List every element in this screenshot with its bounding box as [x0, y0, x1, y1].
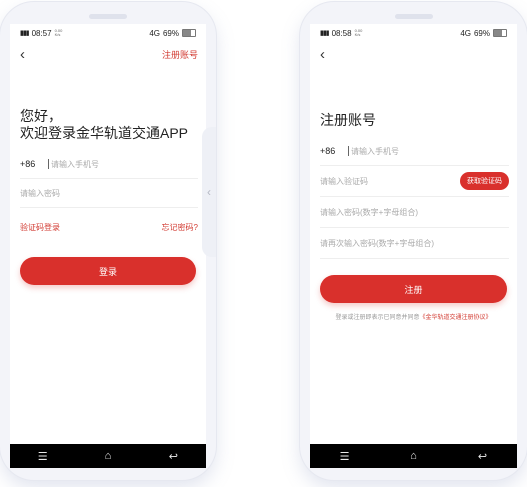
register-title: 注册账号	[320, 112, 376, 128]
back-icon[interactable]: ‹	[20, 47, 25, 62]
menu-icon[interactable]: ☰	[335, 450, 355, 463]
text-cursor	[48, 159, 49, 169]
confirm-password-input[interactable]: 请再次输入密码(数字+字母组合)	[320, 238, 509, 249]
return-icon[interactable]: ↩	[473, 450, 493, 463]
status-time: 08:57	[31, 28, 52, 38]
password-input[interactable]: 请输入密码(数字+字母组合)	[320, 207, 509, 218]
agreement-text: 登录或注册即表示已同意并同意《金华轨道交通注册协议》	[310, 312, 517, 321]
password-input[interactable]: 请输入密码	[20, 188, 198, 199]
get-code-button[interactable]: 获取验证码	[460, 172, 509, 190]
battery-percent: 69%	[162, 28, 179, 38]
signal-bars-icon: ▮▮▮	[20, 30, 30, 37]
agreement-link[interactable]: 《金华轨道交通注册协议》	[420, 315, 492, 321]
signal-type: 4G	[460, 28, 471, 38]
return-icon[interactable]: ↩	[163, 450, 183, 463]
home-icon[interactable]: ⌂	[404, 450, 424, 462]
greeting-line2: 欢迎登录金华轨道交通APP	[20, 125, 189, 141]
page-title: 注册账号	[310, 112, 517, 129]
country-code[interactable]: +86	[320, 146, 348, 156]
password-field[interactable]: 请输入密码(数字+字母组合)	[320, 197, 509, 228]
phone-input[interactable]: 请输入手机号	[351, 146, 509, 157]
net-speed: 0.00 K/s	[54, 28, 63, 37]
page-title: 您好， 欢迎登录金华轨道交通APP	[10, 108, 206, 142]
home-icon[interactable]: ⌂	[98, 450, 118, 462]
code-input[interactable]: 请输入验证码	[320, 176, 460, 187]
battery-icon	[182, 29, 196, 37]
signal-bars-icon: ▮▮▮	[320, 30, 330, 37]
register-screen: ▮▮▮ 08:58 0.00 K/s 4G 69% ‹ 注册账号 +86 请输入…	[310, 24, 517, 468]
battery-percent: 69%	[473, 28, 490, 38]
login-screen: ▮▮▮ 08:57 0.00 K/s 4G 69% ‹ 注册账号 您好， 欢迎登…	[10, 24, 206, 468]
signal-type: 4G	[149, 28, 160, 38]
login-button[interactable]: 登录	[20, 257, 196, 285]
text-cursor	[348, 146, 349, 156]
top-bar: ‹	[310, 42, 517, 66]
side-handle[interactable]: ‹	[202, 127, 216, 257]
status-time: 08:58	[331, 28, 352, 38]
battery-icon	[493, 29, 507, 37]
login-links: 验证码登录 忘记密码?	[20, 222, 198, 233]
status-bar: ▮▮▮ 08:57 0.00 K/s 4G 69%	[10, 24, 206, 42]
register-link[interactable]: 注册账号	[162, 48, 198, 61]
agreement-prefix: 登录或注册即表示已同意并同意	[335, 315, 420, 321]
phone-frame-register: ▮▮▮ 08:58 0.00 K/s 4G 69% ‹ 注册账号 +86 请输入…	[300, 2, 527, 480]
sms-login-link[interactable]: 验证码登录	[20, 222, 60, 233]
register-button[interactable]: 注册	[320, 275, 507, 303]
top-bar: ‹ 注册账号	[10, 42, 206, 66]
password-field[interactable]: 请输入密码	[20, 179, 198, 208]
phone-field[interactable]: +86 请输入手机号	[20, 150, 198, 179]
phone-frame-login: ▮▮▮ 08:57 0.00 K/s 4G 69% ‹ 注册账号 您好， 欢迎登…	[0, 2, 216, 480]
phone-input[interactable]: 请输入手机号	[51, 159, 198, 170]
menu-icon[interactable]: ☰	[33, 450, 53, 463]
code-field[interactable]: 请输入验证码 获取验证码	[320, 166, 509, 197]
speaker-grille	[394, 14, 433, 19]
back-icon[interactable]: ‹	[320, 47, 325, 62]
country-code[interactable]: +86	[20, 159, 48, 169]
nav-bar: ☰ ⌂ ↩	[310, 444, 517, 468]
speaker-grille	[89, 14, 127, 19]
confirm-password-field[interactable]: 请再次输入密码(数字+字母组合)	[320, 228, 509, 259]
forgot-password-link[interactable]: 忘记密码?	[162, 222, 198, 233]
nav-bar: ☰ ⌂ ↩	[10, 444, 206, 468]
status-bar: ▮▮▮ 08:58 0.00 K/s 4G 69%	[310, 24, 517, 42]
phone-field[interactable]: +86 请输入手机号	[320, 137, 509, 166]
net-speed: 0.00 K/s	[354, 28, 363, 37]
chevron-left-icon: ‹	[207, 185, 211, 199]
greeting-line1: 您好，	[20, 108, 62, 124]
